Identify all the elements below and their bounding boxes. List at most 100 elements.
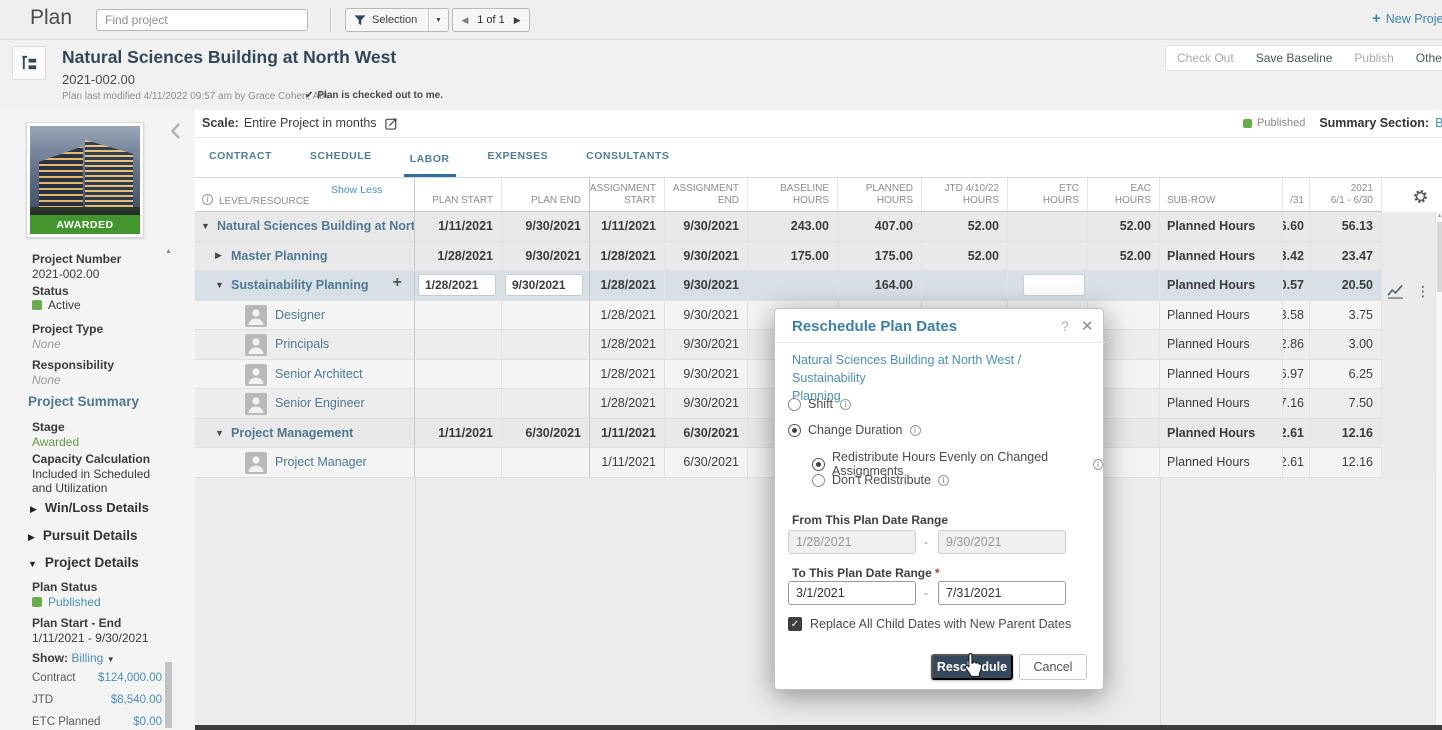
save-baseline-button[interactable]: Save Baseline [1245,51,1344,65]
show-less-link[interactable]: Show Less [331,184,382,196]
etc-hours-input[interactable] [1023,274,1085,296]
cell-assignment-end: 9/30/2021 [665,330,748,359]
column-header-etc-hours: ETCHOURS [1008,178,1088,211]
column-header-assignment-start: ASSIGNMENTSTART [590,178,665,211]
selection-label: Selection [372,14,428,26]
financial-value[interactable]: $124,000.00 [98,672,162,684]
hierarchy-icon-button[interactable] [12,46,46,80]
cancel-button[interactable]: Cancel [1019,654,1087,680]
row-label[interactable]: Natural Sciences Building at North W [217,219,415,233]
scrollbar-thumb[interactable] [1437,222,1442,292]
edit-scale-icon[interactable] [385,117,398,130]
cell-month-june: 23.47 [1310,242,1382,271]
to-end-date-input[interactable] [938,581,1066,605]
published-green-icon [32,597,42,607]
close-icon[interactable]: ✕ [1081,317,1094,335]
tab-labor[interactable]: LABOR [404,153,456,177]
tab-consultants[interactable]: CONSULTANTS [580,150,675,177]
shift-radio-option[interactable]: Shift i [788,397,851,411]
chart-icon[interactable] [1387,284,1404,299]
expanded-arrow-icon[interactable]: ▼ [215,428,224,438]
collapsed-arrow-icon[interactable]: ▶ [215,250,222,261]
financial-value[interactable]: $0.00 [133,716,162,728]
next-record-icon[interactable]: ▶ [514,15,521,26]
column-header-sub-row: SUB-ROW [1160,178,1283,211]
plan-start-date-input[interactable]: 1/28/2021 [418,274,496,296]
check-icon: ✔ [305,90,313,101]
financial-label: JTD [32,694,53,706]
cell-jtd-hours: 52.00 [922,242,1008,271]
info-icon: i [202,194,213,205]
radio-icon[interactable] [812,458,825,471]
horizontal-scrollbar[interactable] [195,725,1442,730]
cell-etc-hours [1008,212,1088,241]
grid-settings-button[interactable] [1412,188,1429,210]
person-icon [245,305,267,330]
table-row-natural-sciences-building-at-north-w[interactable]: ▼Natural Sciences Building at North W1/1… [195,212,1382,242]
expanded-arrow-icon[interactable]: ▼ [215,280,224,290]
show-selector[interactable]: Show: Billing ▼ [32,651,115,665]
table-row-master-planning[interactable]: ▶Master Planning1/28/20219/30/20211/28/2… [195,242,1382,272]
dont-redistribute-radio-option[interactable]: Don't Redistribute i [812,473,949,487]
find-project-input[interactable] [96,9,308,31]
help-icon[interactable]: ? [1061,318,1069,334]
prev-record-icon[interactable]: ◀ [461,15,468,26]
change-duration-radio-option[interactable]: Change Duration i [788,423,921,437]
row-label[interactable]: Sustainability Planning [231,278,369,292]
published-label: Published [1257,117,1305,129]
plan-dates-label: Plan Start - End [32,616,121,630]
summary-section-control: Published Summary Section: Billing ▼ [1243,116,1442,130]
summary-section-label: Summary Section: [1319,116,1429,130]
tab-contract[interactable]: CONTRACT [203,150,278,177]
cell-assignment-start: 1/11/2021 [590,448,665,477]
tab-expenses[interactable]: EXPENSES [482,150,555,177]
info-icon: i [840,399,851,410]
row-label[interactable]: Project Manager [275,455,367,469]
row-label[interactable]: Project Management [231,426,353,440]
scroll-up-icon[interactable]: ▲ [1436,213,1442,219]
cell-level-resource: Principals [195,330,415,359]
sidebar-scrollbar[interactable]: ▲ [164,248,173,730]
row-label[interactable]: Master Planning [231,249,328,263]
published-green-icon [1243,119,1252,128]
plan-end-date-input[interactable]: 9/30/2021 [505,274,583,296]
plan-status-value[interactable]: Published [32,595,101,609]
project-details-toggle[interactable]: ▼Project Details [28,555,139,570]
cell-plan-end: 6/30/2021 [502,419,590,448]
tab-schedule[interactable]: SCHEDULE [304,150,378,177]
toolbar-divider [330,8,331,32]
summary-section-value[interactable]: Billing [1435,116,1442,130]
cell-month-may: 2.86 [1283,330,1310,359]
radio-icon[interactable] [788,424,801,437]
checkbox-icon[interactable]: ✓ [788,617,802,631]
row-label[interactable]: Senior Architect [275,367,363,381]
table-row-sustainability-planning[interactable]: ▼ Sustainability Planning +1/28/2021 9/30/2… [195,271,1382,301]
new-project-button[interactable]: + New Project [1372,10,1442,27]
cell-plan-end [502,330,590,359]
cell-sub-row: Planned Hours [1160,242,1283,271]
financial-value[interactable]: $8,540.00 [111,694,162,706]
radio-icon[interactable] [812,474,825,487]
cell-assignment-end: 6/30/2021 [665,448,748,477]
replace-child-dates-checkbox-row[interactable]: ✓ Replace All Child Dates with New Paren… [788,617,1071,631]
other-actions-button[interactable]: Other Actions [1405,51,1442,65]
row-label[interactable]: Senior Engineer [275,396,365,410]
kebab-menu-icon[interactable]: ⋮ [1416,283,1430,300]
row-label[interactable]: Designer [275,308,325,322]
chevron-down-icon[interactable]: ▼ [428,9,448,31]
winloss-details-toggle[interactable]: ▶Win/Loss Details [30,500,149,515]
plan-tabs: CONTRACT SCHEDULE LABOR EXPENSES CONSULTANTS [195,138,1442,178]
add-resource-plus-icon[interactable]: + [393,274,402,292]
column-header-jtd-4-10-22-hours: JTD 4/10/22HOURS [922,178,1008,211]
collapse-sidebar-chevron-icon[interactable] [170,122,181,145]
scroll-up-icon[interactable]: ▲ [164,248,173,255]
selection-filter-button[interactable]: Selection ▼ [345,8,449,32]
scrollbar-thumb[interactable] [165,662,172,728]
grid-vertical-scrollbar[interactable]: ▲ [1435,212,1442,726]
expanded-arrow-icon[interactable]: ▼ [201,221,210,231]
radio-icon[interactable] [788,398,801,411]
pursuit-details-toggle[interactable]: ▶Pursuit Details [28,528,137,543]
to-start-date-input[interactable] [788,581,916,605]
row-label[interactable]: Principals [275,337,329,351]
cell-level-resource: Designer [195,301,415,330]
